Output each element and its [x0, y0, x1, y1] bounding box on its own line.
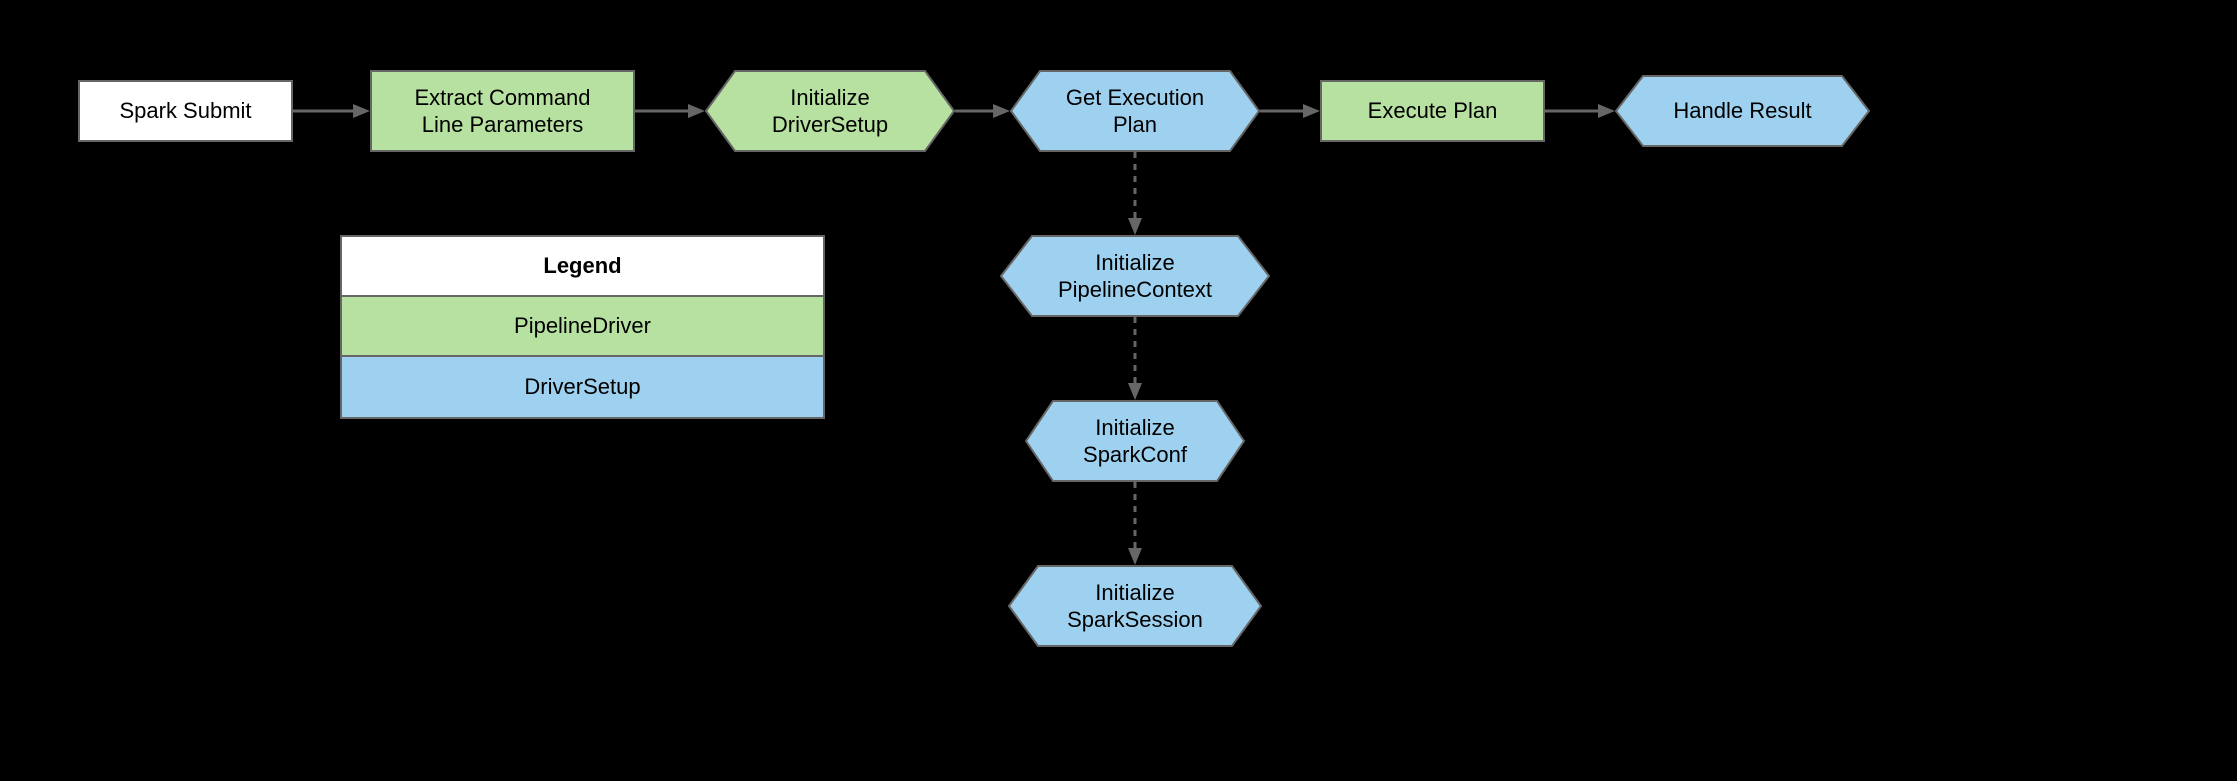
legend-title: Legend [342, 237, 823, 297]
arrow-v1 [1124, 152, 1146, 235]
node-label: Extract Command Line Parameters [414, 84, 590, 139]
arrow-1 [293, 100, 370, 122]
node-handle-result: Handle Result [1615, 75, 1870, 147]
node-label: Spark Submit [119, 97, 251, 125]
node-execute-plan: Execute Plan [1320, 80, 1545, 142]
node-label: Initialize DriverSetup [744, 84, 916, 139]
node-label: Handle Result [1645, 97, 1839, 125]
node-label: Execute Plan [1368, 97, 1498, 125]
arrow-4 [1260, 100, 1320, 122]
node-label: Initialize PipelineContext [1030, 249, 1240, 304]
node-spark-submit: Spark Submit [78, 80, 293, 142]
node-label: Initialize SparkSession [1039, 579, 1231, 634]
arrow-v3 [1124, 482, 1146, 565]
legend: Legend PipelineDriver DriverSetup [340, 235, 825, 419]
arrow-3 [955, 100, 1010, 122]
node-get-exec-plan: Get Execution Plan [1010, 70, 1260, 152]
node-extract-params: Extract Command Line Parameters [370, 70, 635, 152]
node-init-spark-session: Initialize SparkSession [1008, 565, 1262, 647]
legend-driver-setup: DriverSetup [342, 357, 823, 417]
node-init-pipeline-context: Initialize PipelineContext [1000, 235, 1270, 317]
arrow-2 [635, 100, 705, 122]
node-label: Initialize SparkConf [1055, 414, 1215, 469]
arrow-5 [1545, 100, 1615, 122]
node-init-driver-setup: Initialize DriverSetup [705, 70, 955, 152]
arrow-v2 [1124, 317, 1146, 400]
node-label: Get Execution Plan [1038, 84, 1232, 139]
node-init-spark-conf: Initialize SparkConf [1025, 400, 1245, 482]
legend-pipeline-driver: PipelineDriver [342, 297, 823, 357]
